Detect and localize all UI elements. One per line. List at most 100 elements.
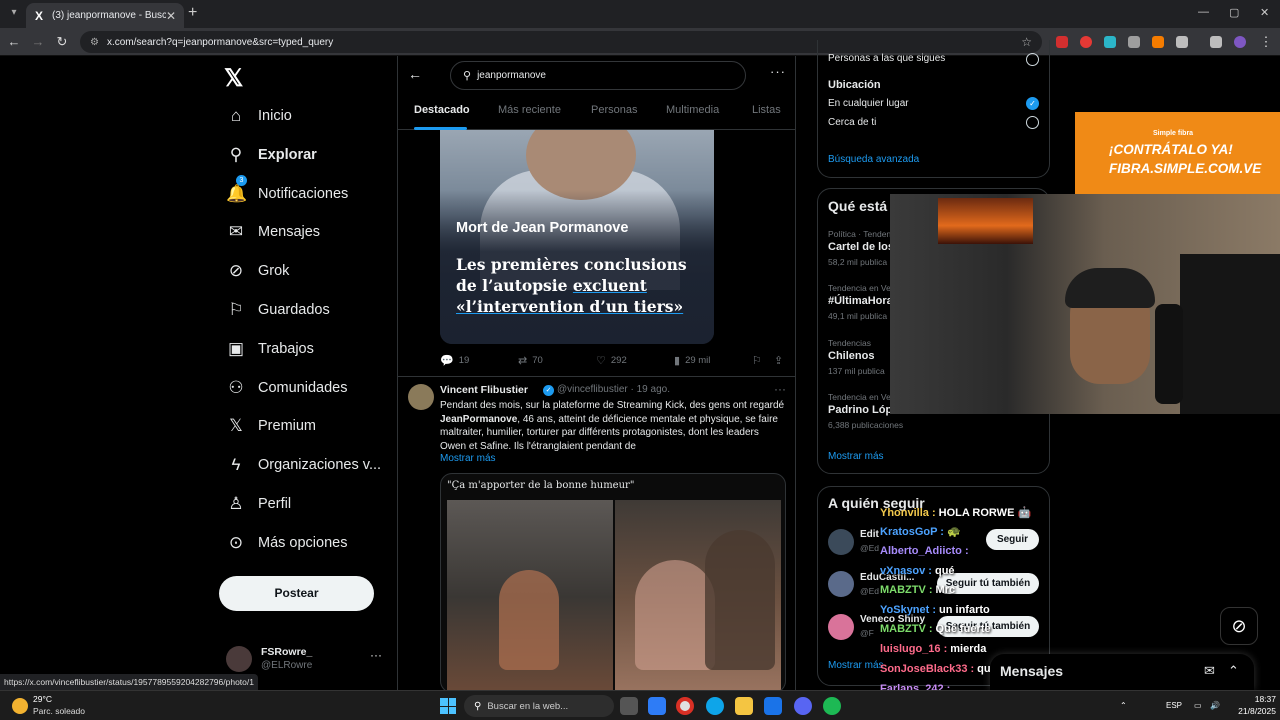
- trend-name[interactable]: Padrino Lópe: [828, 404, 898, 416]
- show-more-link[interactable]: Mostrar más: [440, 453, 496, 464]
- avatar[interactable]: [828, 614, 854, 640]
- forward-button[interactable]: →: [30, 34, 46, 50]
- extensions-puzzle-icon[interactable]: [1176, 36, 1188, 48]
- back-button[interactable]: ←: [6, 34, 22, 50]
- new-tab-button[interactable]: +: [188, 5, 197, 21]
- browser-menu-button[interactable]: ⋮: [1258, 34, 1274, 50]
- location-near[interactable]: Cerca de ti: [828, 117, 876, 128]
- start-button[interactable]: [440, 698, 456, 714]
- tweet-media-image[interactable]: Mort de Jean Pormanove Les premières con…: [440, 130, 714, 344]
- profile-avatar-icon[interactable]: [1234, 36, 1246, 48]
- retweet-button[interactable]: ⇄ 70: [518, 354, 543, 367]
- tab-search-menu-button[interactable]: ▾: [6, 5, 22, 21]
- extension-icon[interactable]: [1104, 36, 1116, 48]
- tweet-author-name[interactable]: Vincent Flibustier: [440, 384, 528, 396]
- post-button[interactable]: Postear: [219, 576, 374, 611]
- back-arrow-icon[interactable]: ←: [408, 66, 422, 82]
- tab-close-icon[interactable]: ✕: [166, 9, 178, 23]
- minimize-button[interactable]: —: [1198, 6, 1209, 18]
- share-button[interactable]: ⇪: [774, 354, 788, 367]
- discord-icon[interactable]: [794, 697, 812, 715]
- copilot-icon[interactable]: [648, 697, 666, 715]
- clock-date[interactable]: 21/8/2025: [1228, 706, 1276, 716]
- reply-button[interactable]: 💬 19: [440, 354, 469, 367]
- tab-listas[interactable]: Listas: [752, 104, 781, 116]
- search-input[interactable]: ⚲ jeanpormanove: [450, 61, 746, 90]
- nav-item-guardados[interactable]: ⚐ Guardados: [226, 295, 329, 325]
- clock-time[interactable]: 18:37: [1244, 694, 1276, 704]
- nav-item-grok[interactable]: ⊘ Grok: [226, 256, 290, 286]
- close-window-button[interactable]: ✕: [1260, 6, 1269, 19]
- task-view-icon[interactable]: [620, 697, 638, 715]
- like-button[interactable]: ♡ 292: [596, 354, 627, 367]
- radio-near[interactable]: [1026, 116, 1039, 129]
- grok-button[interactable]: ⊘: [1220, 607, 1258, 645]
- radio-anywhere-checked-icon[interactable]: ✓: [1026, 97, 1039, 110]
- tab-multimedia[interactable]: Multimedia: [666, 104, 719, 116]
- extension-icon[interactable]: [1080, 36, 1092, 48]
- bookmark-button[interactable]: ⚐: [752, 354, 767, 367]
- reading-list-icon[interactable]: [1210, 36, 1222, 48]
- nav-item-trabajos[interactable]: ▣ Trabajos: [226, 334, 314, 364]
- nav-item-notificaciones[interactable]: 🔔 3 Notificaciones: [226, 175, 348, 209]
- trends-show-more-link[interactable]: Mostrar más: [828, 451, 884, 462]
- input-language[interactable]: ESP: [1166, 701, 1182, 710]
- tab-destacado[interactable]: Destacado: [414, 104, 470, 116]
- tray-chevron-icon[interactable]: ⌃: [1120, 701, 1127, 710]
- avatar[interactable]: [828, 571, 854, 597]
- tweet-media-video[interactable]: "Ça m'apporter de la bonne humeur": [440, 473, 786, 690]
- weather-desc[interactable]: Parc. soleado: [33, 706, 85, 716]
- location-anywhere[interactable]: En cualquier lugar: [828, 98, 909, 109]
- nav-item-más-opciones[interactable]: ⊙ Más opciones: [226, 528, 348, 558]
- more-options-icon[interactable]: ···: [770, 64, 786, 79]
- filter-people-following[interactable]: Personas a las que sigues: [828, 53, 945, 64]
- reload-button[interactable]: ↻: [54, 34, 70, 50]
- network-icon[interactable]: ▭: [1194, 701, 1202, 710]
- nav-item-label: Comunidades: [258, 380, 348, 396]
- x-logo-icon[interactable]: 𝕏: [224, 64, 243, 93]
- views-button[interactable]: ▮ 29 mil: [674, 354, 710, 367]
- new-message-icon[interactable]: ✉: [1204, 663, 1215, 679]
- volume-icon[interactable]: 🔊: [1210, 701, 1220, 710]
- weather-sun-icon[interactable]: [12, 698, 28, 714]
- weather-temp[interactable]: 29°C: [33, 694, 52, 704]
- spotify-icon[interactable]: [823, 697, 841, 715]
- advanced-search-link[interactable]: Búsqueda avanzada: [828, 154, 919, 165]
- file-explorer-icon[interactable]: [735, 697, 753, 715]
- tab-mas-reciente[interactable]: Más reciente: [498, 104, 561, 116]
- nav-item-inicio[interactable]: ⌂ Inicio: [226, 101, 292, 131]
- follow-button[interactable]: Seguir: [986, 529, 1039, 550]
- ad-brand: Simple fibra: [1153, 130, 1194, 137]
- browser-tab-active[interactable]: X (3) jeanpormanove - Buscar / X ✕: [26, 3, 184, 28]
- messages-drawer[interactable]: Mensajes ✉ ⌃: [990, 654, 1254, 690]
- extension-icon[interactable]: [1152, 36, 1164, 48]
- trend-name[interactable]: #ÚltimaHora: [828, 295, 893, 307]
- radio-people-following[interactable]: [1026, 53, 1039, 66]
- edge-icon[interactable]: [706, 697, 724, 715]
- avatar[interactable]: [408, 384, 434, 410]
- trend-name[interactable]: Cartel de los: [828, 241, 894, 253]
- maximize-button[interactable]: ▢: [1229, 6, 1239, 19]
- tweet-more-icon[interactable]: ···: [774, 382, 786, 396]
- nav-item-mensajes[interactable]: ✉ Mensajes: [226, 217, 320, 247]
- avatar[interactable]: [828, 529, 854, 555]
- tweet-author-handle[interactable]: @vinceflibustier · 19 ago.: [557, 384, 670, 395]
- account-more-icon[interactable]: ···: [370, 648, 382, 662]
- extension-icon[interactable]: [1128, 36, 1140, 48]
- nav-item-premium[interactable]: 𝕏 Premium: [226, 411, 316, 441]
- tab-personas[interactable]: Personas: [591, 104, 637, 116]
- trend-name[interactable]: Chilenos: [828, 350, 874, 362]
- extension-icon[interactable]: [1056, 36, 1068, 48]
- who-to-follow-show-more-link[interactable]: Mostrar más: [828, 660, 884, 671]
- nav-item-explorar[interactable]: ⚲ Explorar: [226, 140, 317, 170]
- account-switcher[interactable]: FSRowre_ @ELRowre ···: [226, 644, 386, 674]
- nav-item-comunidades[interactable]: ⚇ Comunidades: [226, 373, 347, 403]
- taskbar-search[interactable]: ⚲ Buscar en la web...: [464, 695, 614, 717]
- nav-item-perfil[interactable]: ♙ Perfil: [226, 489, 291, 519]
- nav-item-organizaciones-v[interactable]: ϟ Organizaciones v...: [226, 450, 382, 480]
- expand-chevron-icon[interactable]: ⌃: [1228, 663, 1239, 679]
- outlook-icon[interactable]: [764, 697, 782, 715]
- suggested-name[interactable]: Edit: [860, 529, 879, 540]
- site-info-icon[interactable]: ⚙: [90, 37, 99, 48]
- chrome-icon[interactable]: [676, 697, 694, 715]
